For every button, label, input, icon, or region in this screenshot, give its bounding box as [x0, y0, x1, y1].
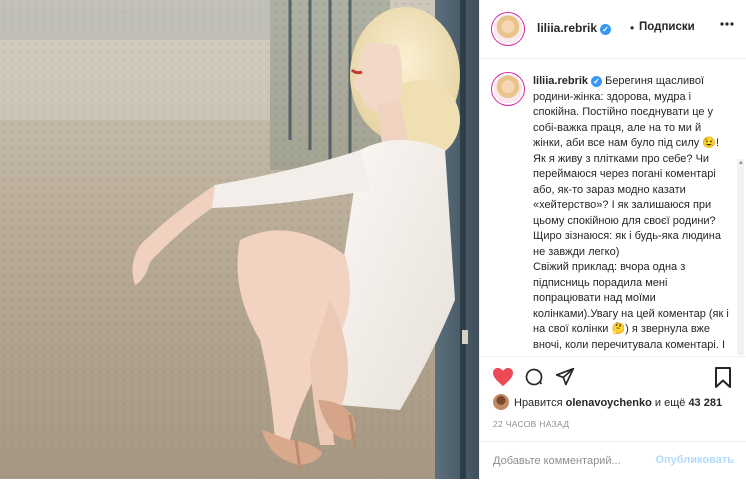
- caption-verified-icon: ✓: [591, 76, 603, 87]
- post-actions: Нравится olenavoychenko и ещё 43 281 22 …: [480, 356, 746, 441]
- post-timestamp[interactable]: 22 ЧАСОВ НАЗАД: [493, 419, 569, 429]
- publish-button[interactable]: Опубликовать: [655, 454, 734, 466]
- wink-emoji-icon: 😉: [702, 137, 716, 149]
- author-avatar[interactable]: [494, 15, 522, 43]
- likes-connector: и ещё: [654, 397, 686, 409]
- caption-scrollbar[interactable]: ▲ ▼: [737, 159, 744, 355]
- caption-area: liliia.rebrik ✓ Берегиня щасливої родини-…: [480, 59, 746, 355]
- author-username-text[interactable]: liliia.rebrik: [537, 21, 597, 35]
- likes-prefix: Нравится: [514, 397, 563, 409]
- liker-avatar[interactable]: [493, 394, 509, 410]
- caption-text: liliia.rebrik ✓ Берегиня щасливої родини-…: [533, 74, 729, 355]
- caption-author-avatar[interactable]: [494, 75, 522, 103]
- verified-badge-icon: ✓: [600, 24, 612, 35]
- header-separator: •: [630, 21, 635, 35]
- more-icon[interactable]: [720, 22, 734, 26]
- likes-count[interactable]: 43 281: [688, 397, 722, 409]
- thinking-emoji-icon: 🤔: [611, 323, 626, 335]
- author-username[interactable]: liliia.rebrik ✓: [537, 21, 612, 35]
- follow-status-button[interactable]: Подписки: [639, 21, 695, 33]
- caption-body-part2: ! Як я живу з плітками про себе? Чи пере…: [533, 137, 729, 335]
- post-header: liliia.rebrik ✓ • Подписки: [480, 0, 746, 59]
- heart-icon[interactable]: [492, 367, 514, 387]
- post-side-panel: liliia.rebrik ✓ • Подписки liliia.rebrik ✓…: [479, 0, 746, 479]
- likes-summary[interactable]: Нравится olenavoychenko и ещё 43 281: [493, 394, 722, 410]
- liker-username[interactable]: olenavoychenko: [566, 397, 652, 409]
- scroll-up-arrow-icon[interactable]: ▲: [738, 160, 744, 166]
- bookmark-icon[interactable]: [714, 367, 732, 389]
- caption-username[interactable]: liliia.rebrik: [533, 75, 588, 87]
- comment-input[interactable]: [493, 452, 643, 470]
- post-photo-illustration: [0, 0, 479, 479]
- post-photo[interactable]: [0, 0, 479, 479]
- comment-icon[interactable]: [524, 367, 544, 387]
- comment-bar: Опубликовать: [480, 441, 746, 480]
- share-icon[interactable]: [555, 367, 575, 387]
